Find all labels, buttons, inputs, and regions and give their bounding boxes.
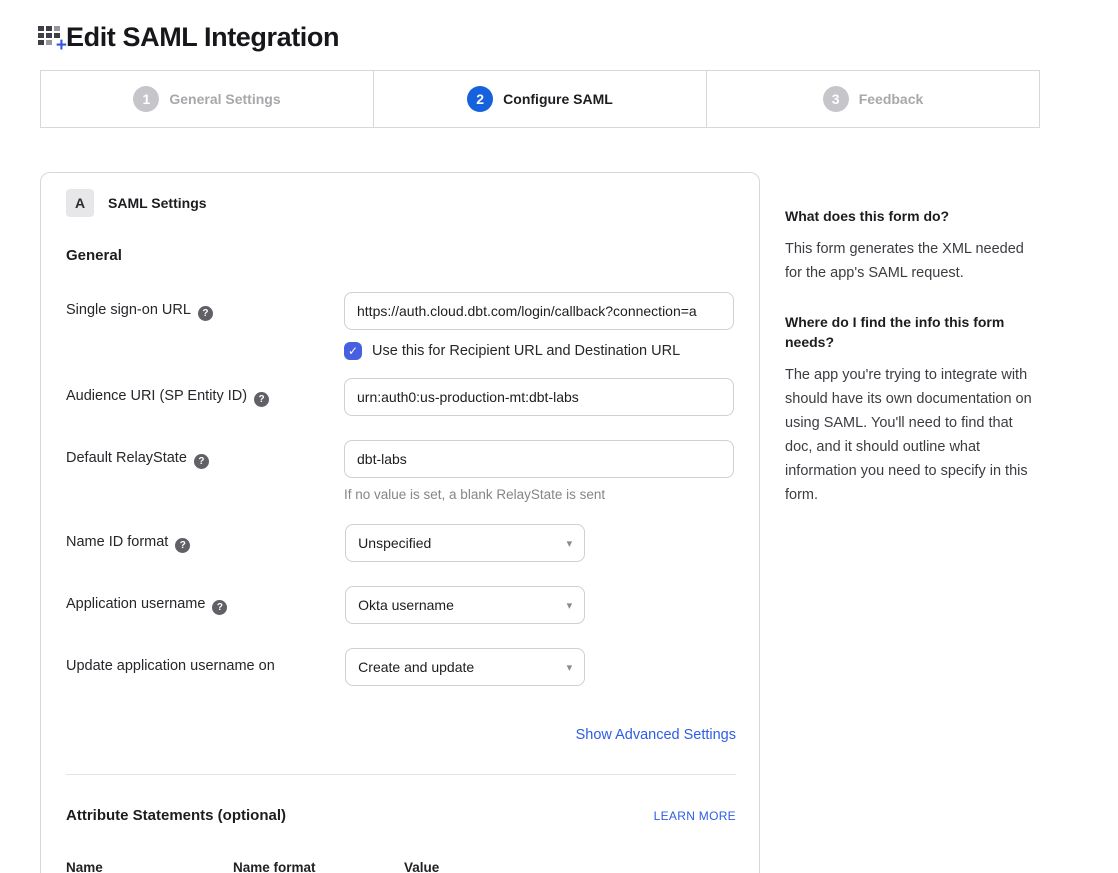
help-answer-2: The app you're trying to integrate with … xyxy=(785,363,1041,507)
relaystate-helper-text: If no value is set, a blank RelayState i… xyxy=(344,487,734,502)
nameid-format-label: Name ID format? xyxy=(66,524,345,553)
attribute-table-headers: Name Name format Value xyxy=(66,860,736,873)
audience-uri-label: Audience URI (SP Entity ID)? xyxy=(66,378,344,407)
recipient-url-checkbox-row: ✓ Use this for Recipient URL and Destina… xyxy=(344,342,734,360)
nameid-format-select[interactable]: Unspecified ▾ xyxy=(345,524,585,562)
update-username-label-text: Update application username on xyxy=(66,658,275,674)
plus-icon: + xyxy=(56,36,67,55)
step-label: Feedback xyxy=(859,91,924,107)
chevron-down-icon: ▾ xyxy=(567,537,573,550)
help-answer-1: This form generates the XML needed for t… xyxy=(785,237,1041,285)
audience-uri-input[interactable] xyxy=(344,378,734,416)
step-configure-saml[interactable]: 2 Configure SAML xyxy=(374,71,707,127)
section-divider xyxy=(66,774,736,775)
edit-saml-integration-page: + Edit SAML Integration 1 General Settin… xyxy=(0,0,1118,873)
step-number-badge: 1 xyxy=(133,86,159,112)
column-header-name-format: Name format xyxy=(233,860,404,873)
sso-url-input[interactable] xyxy=(344,292,734,330)
saml-settings-panel: A SAML Settings General Single sign-on U… xyxy=(40,172,760,873)
help-icon[interactable]: ? xyxy=(212,600,227,615)
field-row-audience: Audience URI (SP Entity ID)? xyxy=(66,378,734,416)
step-number-badge: 2 xyxy=(467,86,493,112)
help-sidebar: What does this form do? This form genera… xyxy=(785,172,1041,534)
step-label: Configure SAML xyxy=(503,91,613,107)
nameid-format-label-text: Name ID format xyxy=(66,534,168,550)
attribute-statements-title: Attribute Statements (optional) xyxy=(66,807,286,824)
column-header-name: Name xyxy=(66,860,233,873)
step-feedback[interactable]: 3 Feedback xyxy=(707,71,1039,127)
nameid-format-selected-value: Unspecified xyxy=(358,535,431,551)
section-a-badge: A xyxy=(66,189,94,217)
application-username-selected-value: Okta username xyxy=(358,597,454,613)
update-username-label: Update application username on xyxy=(66,648,345,674)
application-username-select[interactable]: Okta username ▾ xyxy=(345,586,585,624)
update-username-control: Create and update ▾ xyxy=(345,648,734,686)
learn-more-link[interactable]: LEARN MORE xyxy=(654,809,736,823)
field-row-sso: Single sign-on URL? ✓ Use this for Recip… xyxy=(66,292,734,360)
help-question-2: Where do I find the info this form needs… xyxy=(785,312,1041,352)
chevron-down-icon: ▾ xyxy=(567,599,573,612)
help-icon[interactable]: ? xyxy=(254,392,269,407)
attribute-statements-header: Attribute Statements (optional) LEARN MO… xyxy=(66,807,736,824)
recipient-url-checkbox-label: Use this for Recipient URL and Destinati… xyxy=(372,343,680,359)
relaystate-label: Default RelayState? xyxy=(66,440,344,469)
update-username-selected-value: Create and update xyxy=(358,659,474,675)
relaystate-input[interactable] xyxy=(344,440,734,478)
general-section-heading: General xyxy=(66,247,734,264)
nameid-format-control: Unspecified ▾ xyxy=(345,524,734,562)
sso-url-label-text: Single sign-on URL xyxy=(66,302,191,318)
application-username-label: Application username? xyxy=(66,586,345,615)
panel-title: SAML Settings xyxy=(108,195,207,211)
wizard-steps: 1 General Settings 2 Configure SAML 3 Fe… xyxy=(40,70,1040,128)
application-username-label-text: Application username xyxy=(66,596,205,612)
help-icon[interactable]: ? xyxy=(198,306,213,321)
application-username-control: Okta username ▾ xyxy=(345,586,734,624)
content-area: A SAML Settings General Single sign-on U… xyxy=(40,172,1041,873)
chevron-down-icon: ▾ xyxy=(567,661,573,674)
update-username-select[interactable]: Create and update ▾ xyxy=(345,648,585,686)
audience-uri-control xyxy=(344,378,734,416)
panel-header: A SAML Settings xyxy=(66,189,734,217)
sso-url-control: ✓ Use this for Recipient URL and Destina… xyxy=(344,292,734,360)
field-row-updateusername: Update application username on Create an… xyxy=(66,648,734,686)
field-row-nameid: Name ID format? Unspecified ▾ xyxy=(66,524,734,562)
advanced-settings-row: Show Advanced Settings xyxy=(66,726,736,744)
help-icon[interactable]: ? xyxy=(194,454,209,469)
page-header: + Edit SAML Integration xyxy=(38,22,339,53)
sso-url-label: Single sign-on URL? xyxy=(66,292,344,321)
field-row-appusername: Application username? Okta username ▾ xyxy=(66,586,734,624)
relaystate-label-text: Default RelayState xyxy=(66,450,187,466)
relaystate-control: If no value is set, a blank RelayState i… xyxy=(344,440,734,502)
recipient-url-checkbox[interactable]: ✓ xyxy=(344,342,362,360)
show-advanced-settings-link[interactable]: Show Advanced Settings xyxy=(576,727,736,743)
page-title: Edit SAML Integration xyxy=(66,22,339,53)
column-header-value: Value xyxy=(404,860,736,873)
help-icon[interactable]: ? xyxy=(175,538,190,553)
step-number-badge: 3 xyxy=(823,86,849,112)
help-question-1: What does this form do? xyxy=(785,206,1041,226)
app-grid-plus-icon: + xyxy=(38,26,63,49)
audience-uri-label-text: Audience URI (SP Entity ID) xyxy=(66,388,247,404)
step-general-settings[interactable]: 1 General Settings xyxy=(41,71,374,127)
field-row-relaystate: Default RelayState? If no value is set, … xyxy=(66,440,734,502)
step-label: General Settings xyxy=(169,91,280,107)
